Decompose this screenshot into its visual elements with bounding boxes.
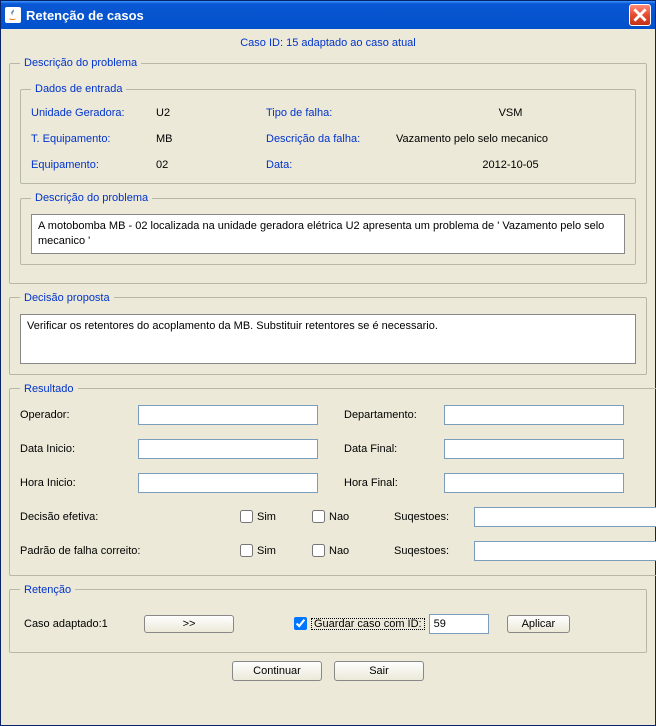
pattern-no-label: Nao: [329, 545, 349, 557]
equipment-label: Equipamento:: [31, 159, 156, 171]
continue-button[interactable]: Continuar: [232, 661, 322, 681]
decision-group: Decisão proposta Verificar os retentores…: [9, 292, 647, 375]
pattern-yes-checkbox[interactable]: [240, 544, 253, 557]
java-icon: [5, 7, 21, 23]
fail-desc-value: Vazamento pelo selo mecanico: [396, 133, 625, 145]
result-group: Resultado Operador: Departamento: Data I…: [9, 383, 656, 576]
operator-label: Operador:: [20, 409, 138, 421]
input-data-legend: Dados de entrada: [31, 83, 126, 95]
decision-legend: Decisão proposta: [20, 292, 114, 304]
window-frame: Retenção de casos Caso ID: 15 adaptado a…: [0, 0, 656, 726]
fail-desc-label: Descrição da falha:: [266, 133, 396, 145]
end-time-label: Hora Final:: [336, 477, 444, 489]
equipment-value: 02: [156, 159, 266, 171]
start-time-input[interactable]: [138, 473, 318, 493]
case-id-header: Caso ID: 15 adaptado ao caso atual: [9, 35, 647, 53]
department-label: Departamento:: [336, 409, 444, 421]
problem-text-area[interactable]: A motobomba MB - 02 localizada na unidad…: [31, 214, 625, 254]
pattern-correct-label: Padrão de falha correito:: [20, 545, 190, 557]
retention-group: Retenção Caso adaptado:1 >> Guardar caso…: [9, 584, 647, 653]
effective-no-checkbox[interactable]: [312, 510, 325, 523]
end-date-input[interactable]: [444, 439, 624, 459]
decision-text-area[interactable]: Verificar os retentores do acoplamento d…: [20, 314, 636, 364]
unit-generator-label: Unidade Geradora:: [31, 107, 156, 119]
pattern-yes-label: Sim: [257, 545, 276, 557]
save-case-label: Guardar caso com ID:: [311, 618, 425, 630]
effective-suggestions-label: Suqestoes:: [394, 511, 474, 523]
window-title: Retenção de casos: [26, 8, 629, 23]
problem-text-group: Descrição do problema A motobomba MB - 0…: [20, 192, 636, 265]
problem-description-group: Descrição do problema Dados de entrada U…: [9, 57, 647, 284]
adapted-case-label: Caso adaptado:1: [24, 618, 144, 630]
fail-type-value: VSM: [396, 107, 625, 119]
exit-button[interactable]: Sair: [334, 661, 424, 681]
equip-type-label: T. Equipamento:: [31, 133, 156, 145]
effective-no-label: Nao: [329, 511, 349, 523]
pattern-no-checkbox[interactable]: [312, 544, 325, 557]
start-date-input[interactable]: [138, 439, 318, 459]
equip-type-value: MB: [156, 133, 266, 145]
effective-yes-checkbox[interactable]: [240, 510, 253, 523]
apply-button[interactable]: Aplicar: [507, 615, 571, 633]
end-date-label: Data Final:: [336, 443, 444, 455]
operator-input[interactable]: [138, 405, 318, 425]
save-case-checkbox[interactable]: [294, 617, 307, 630]
fail-type-label: Tipo de falha:: [266, 107, 396, 119]
pattern-suggestions-input[interactable]: [474, 541, 656, 561]
close-button[interactable]: [629, 4, 651, 26]
unit-generator-value: U2: [156, 107, 266, 119]
effective-yes-label: Sim: [257, 511, 276, 523]
date-label: Data:: [266, 159, 396, 171]
input-data-group: Dados de entrada Unidade Geradora: U2 Ti…: [20, 83, 636, 184]
end-time-input[interactable]: [444, 473, 624, 493]
start-time-label: Hora Inicio:: [20, 477, 138, 489]
department-input[interactable]: [444, 405, 624, 425]
problem-description-legend: Descrição do problema: [20, 57, 141, 69]
pattern-suggestions-label: Suqestoes:: [394, 545, 474, 557]
date-value: 2012-10-05: [396, 159, 625, 171]
problem-text-legend: Descrição do problema: [31, 192, 152, 204]
next-button[interactable]: >>: [144, 615, 234, 633]
result-legend: Resultado: [20, 383, 78, 395]
case-id-input[interactable]: [429, 614, 489, 634]
content-area: Caso ID: 15 adaptado ao caso atual Descr…: [1, 29, 655, 689]
start-date-label: Data Inicio:: [20, 443, 138, 455]
effective-suggestions-input[interactable]: [474, 507, 656, 527]
effective-decision-label: Decisão efetiva:: [20, 511, 160, 523]
retention-legend: Retenção: [20, 584, 75, 596]
titlebar: Retenção de casos: [1, 1, 655, 29]
